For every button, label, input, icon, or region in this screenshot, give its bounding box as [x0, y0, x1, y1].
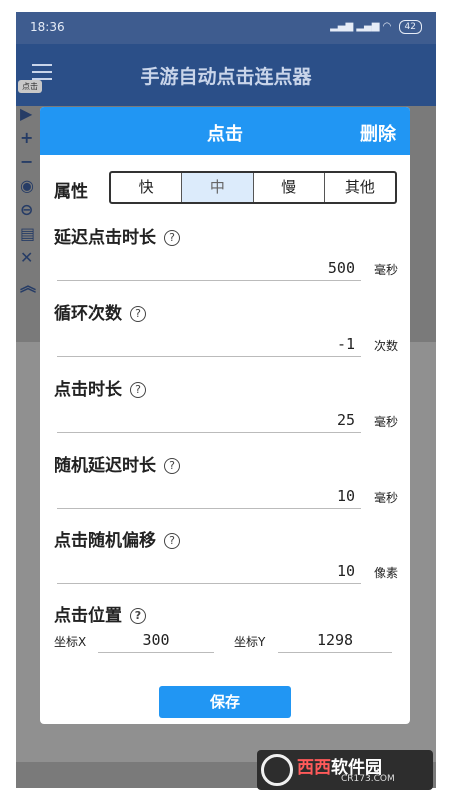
app-bar: 手游自动点击连点器: [16, 44, 436, 106]
save-button[interactable]: 保存: [159, 686, 291, 718]
speed-selector: 快 中 慢 其他: [109, 171, 397, 204]
save-icon[interactable]: ⊖: [16, 200, 42, 224]
help-icon[interactable]: ?: [164, 533, 180, 549]
coord-y-input[interactable]: 1298: [278, 627, 392, 653]
help-icon[interactable]: ?: [130, 306, 146, 322]
field-random-delay: 随机延迟时长? 10 毫秒: [54, 451, 398, 521]
speed-option-fast[interactable]: 快: [111, 173, 183, 202]
loop-count-input[interactable]: -1: [57, 331, 361, 357]
wifi-icon: ◠: [382, 21, 392, 32]
field-random-offset: 点击随机偏移? 10 像素: [54, 526, 398, 596]
add-icon[interactable]: +: [16, 128, 42, 152]
play-icon[interactable]: ▶: [16, 104, 42, 128]
help-icon[interactable]: ?: [164, 458, 180, 474]
speed-option-medium[interactable]: 中: [182, 173, 254, 202]
random-delay-unit: 毫秒: [373, 491, 398, 505]
loop-count-unit: 次数: [373, 339, 398, 353]
coord-y-label: 坐标Y: [234, 635, 266, 649]
random-delay-label: 随机延迟时长: [54, 456, 156, 476]
click-position-section: 点击位置? 坐标X 300 坐标Y 1298: [54, 601, 398, 661]
delete-button[interactable]: 删除: [360, 120, 396, 146]
click-settings-dialog: 点击 删除 属性 快 中 慢 其他 延迟点击时长? 500 毫秒 循环次数? -…: [40, 107, 410, 724]
field-loop-count: 循环次数? -1 次数: [54, 299, 398, 369]
file-icon[interactable]: ▤: [16, 224, 42, 248]
watermark-logo-icon: [261, 754, 293, 786]
field-click-duration: 点击时长? 25 毫秒: [54, 375, 398, 445]
status-bar: 18:36 ▂▄▆ ▂▄▆ ◠ 42: [16, 12, 436, 44]
app-title: 手游自动点击连点器: [140, 66, 312, 88]
help-icon[interactable]: ?: [164, 230, 180, 246]
side-toolbar: ▶ + − ◉ ⊖ ▤ ✕ ︽: [16, 104, 42, 296]
click-delay-unit: 毫秒: [373, 263, 398, 277]
random-offset-unit: 像素: [373, 566, 398, 580]
dialog-header: 点击 删除: [40, 107, 410, 155]
close-icon[interactable]: ✕: [16, 248, 42, 272]
attribute-row: 属性 快 中 慢 其他: [54, 171, 398, 205]
help-icon[interactable]: ?: [130, 608, 146, 624]
watermark: 西西软件园 CR173.COM: [257, 750, 433, 790]
click-delay-input[interactable]: 500: [57, 255, 361, 281]
click-delay-label: 延迟点击时长: [54, 228, 156, 248]
field-click-delay: 延迟点击时长? 500 毫秒: [54, 223, 398, 293]
minus-icon[interactable]: −: [16, 152, 42, 176]
battery-icon: 42: [398, 20, 422, 34]
eye-icon[interactable]: ◉: [16, 176, 42, 200]
click-duration-unit: 毫秒: [373, 415, 398, 429]
coord-x-label: 坐标X: [54, 635, 87, 649]
status-icons: ▂▄▆ ▂▄▆ ◠ 42: [330, 20, 422, 34]
click-duration-input[interactable]: 25: [57, 407, 361, 433]
background-tag: 点击: [18, 80, 42, 93]
watermark-url: CR173.COM: [341, 774, 395, 784]
speed-option-other[interactable]: 其他: [325, 173, 395, 202]
click-position-label: 点击位置: [54, 606, 122, 626]
random-offset-input[interactable]: 10: [57, 558, 361, 584]
collapse-icon[interactable]: ︽: [16, 272, 42, 296]
help-icon[interactable]: ?: [130, 382, 146, 398]
signal-icon-2: ▂▄▆: [356, 21, 380, 32]
coord-x-input[interactable]: 300: [98, 627, 214, 653]
attribute-label: 属性: [54, 182, 88, 202]
speed-option-slow[interactable]: 慢: [254, 173, 325, 202]
random-offset-label: 点击随机偏移: [54, 531, 156, 551]
status-time: 18:36: [30, 20, 65, 34]
loop-count-label: 循环次数: [54, 304, 122, 324]
random-delay-input[interactable]: 10: [57, 483, 361, 509]
signal-icon: ▂▄▆: [330, 21, 354, 32]
dialog-title: 点击: [207, 124, 243, 145]
click-duration-label: 点击时长: [54, 380, 122, 400]
